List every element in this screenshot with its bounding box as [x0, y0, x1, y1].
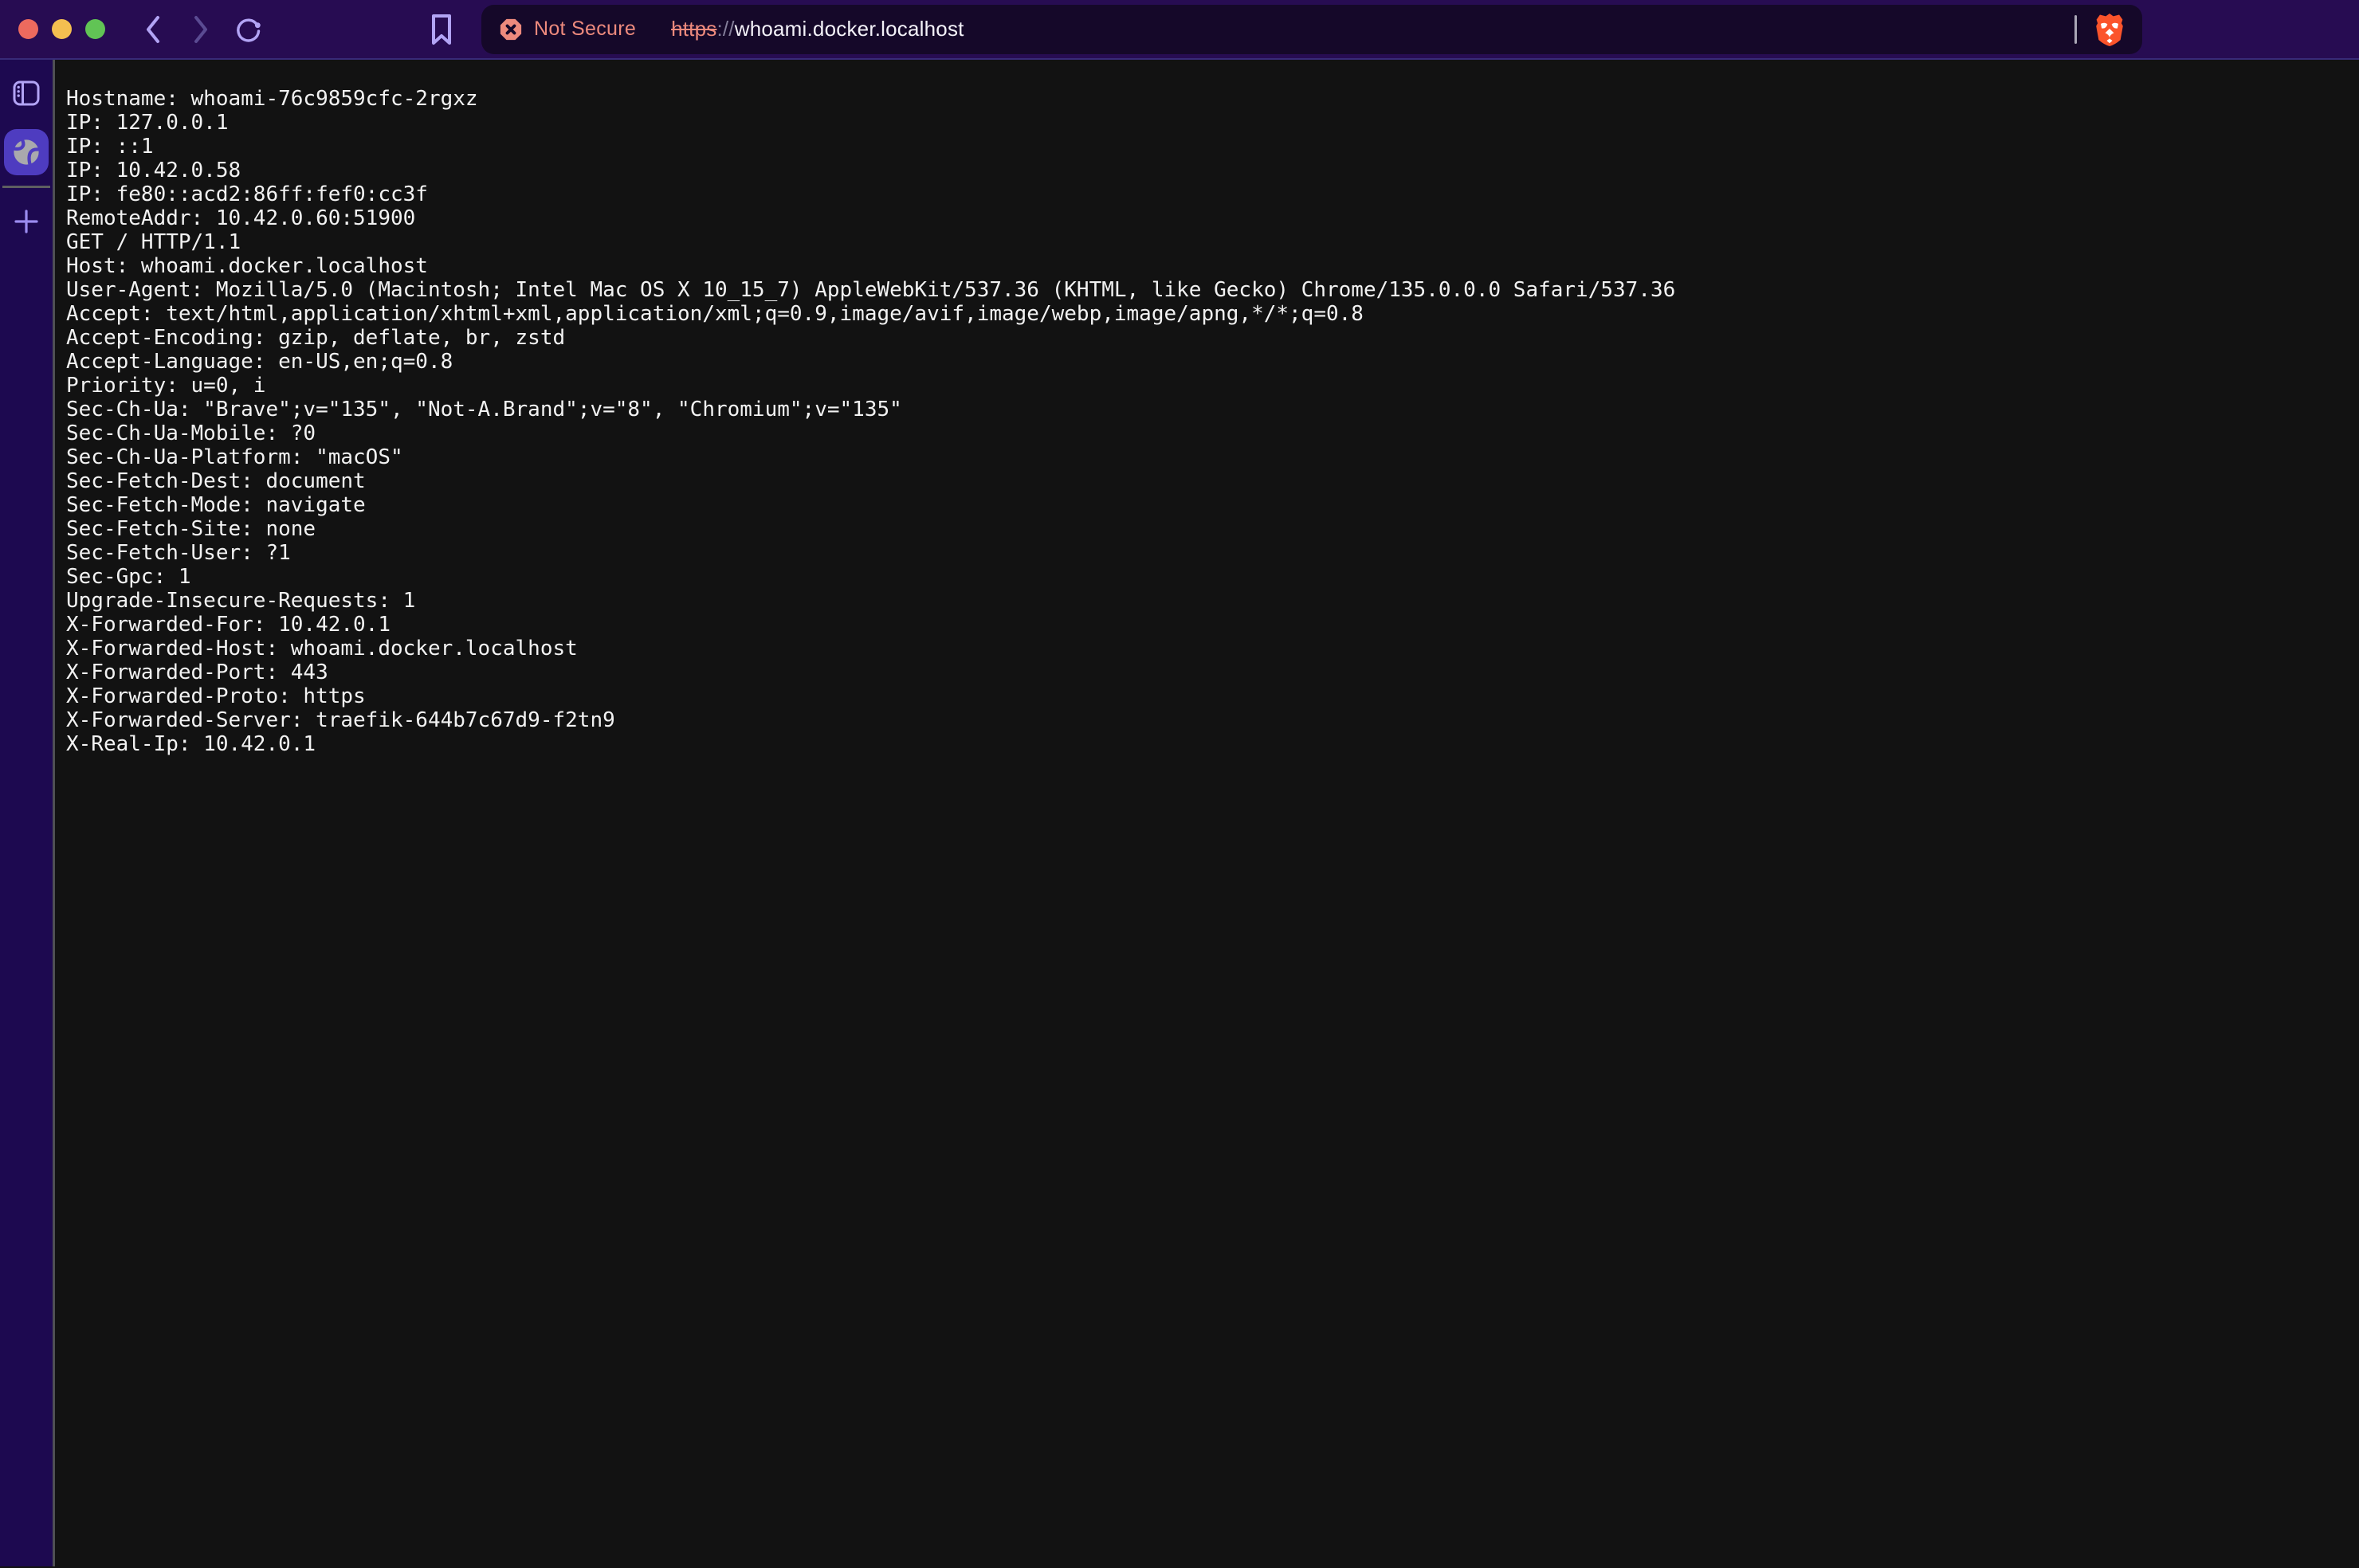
browser-toolbar: Not Secure https://whoami.docker.localho…	[0, 0, 2359, 60]
navigation-buttons	[139, 11, 263, 48]
browser-window: { "browser": { "security_chip_label": "N…	[0, 0, 2359, 1568]
sidebar-panel-icon	[12, 80, 41, 107]
tab-strip-divider	[2, 186, 50, 188]
url-separator: ://	[716, 17, 734, 41]
vertical-tab-strip	[0, 60, 53, 1566]
reload-icon	[234, 13, 263, 46]
zoom-window-button[interactable]	[85, 19, 105, 39]
plus-icon	[14, 209, 39, 234]
security-chip[interactable]: Not Secure	[499, 18, 636, 41]
not-secure-octagon-icon	[499, 18, 523, 41]
window-controls	[18, 19, 105, 39]
sidebar-toggle-button[interactable]	[12, 80, 41, 107]
reload-button[interactable]	[234, 11, 263, 48]
url-host: whoami.docker.localhost	[735, 17, 964, 41]
response-body: Hostname: whoami-76c9859cfc-2rgxz IP: 12…	[55, 60, 2359, 775]
brave-shields-button[interactable]	[2094, 13, 2125, 46]
bookmark-button[interactable]	[429, 11, 454, 48]
security-chip-label: Not Secure	[534, 18, 636, 41]
page-content: Hostname: whoami-76c9859cfc-2rgxz IP: 12…	[55, 60, 2359, 1566]
urlbar-divider	[2074, 15, 2077, 44]
url-scheme: https	[671, 17, 716, 41]
url-text: https://whoami.docker.localhost	[671, 17, 964, 41]
globe-icon	[10, 136, 42, 168]
brave-lion-icon	[2094, 13, 2125, 46]
address-bar[interactable]: Not Secure https://whoami.docker.localho…	[481, 5, 2142, 54]
new-tab-button[interactable]	[14, 209, 39, 234]
active-tab-button[interactable]	[4, 129, 49, 175]
back-chevron-icon	[143, 14, 163, 45]
forward-chevron-icon	[190, 14, 211, 45]
minimize-window-button[interactable]	[52, 19, 72, 39]
main-area: Hostname: whoami-76c9859cfc-2rgxz IP: 12…	[0, 60, 2359, 1566]
back-button[interactable]	[139, 11, 167, 48]
forward-button[interactable]	[186, 11, 215, 48]
close-window-button[interactable]	[18, 19, 38, 39]
bookmark-icon	[430, 13, 453, 46]
